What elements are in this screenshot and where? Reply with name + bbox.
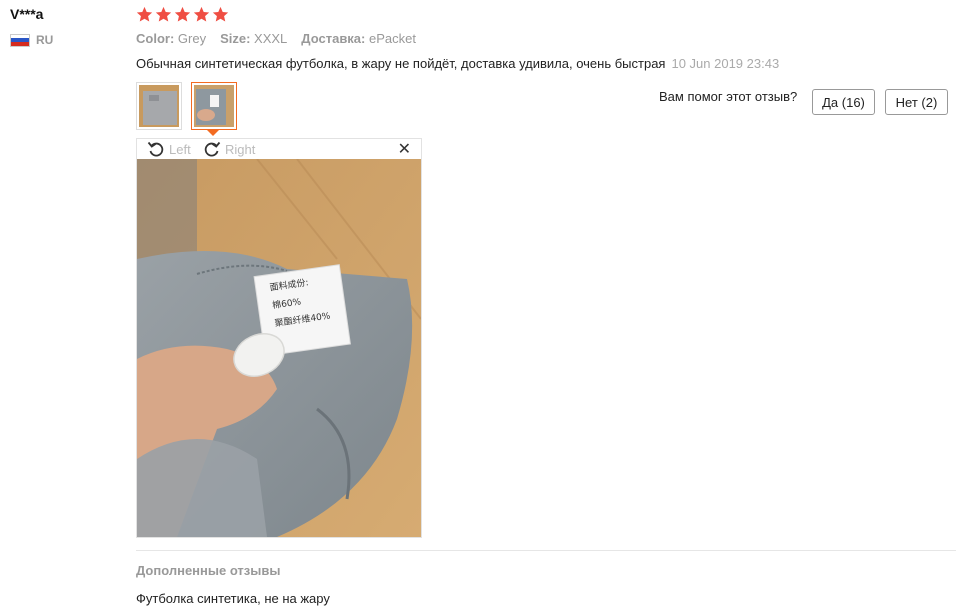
- star-icon: [212, 6, 229, 22]
- photo-viewer: Left Right ✕ 面料成份: 棉60% 聚酯纤维40%: [136, 138, 422, 538]
- review-photo-large: 面料成份: 棉60% 聚酯纤维40%: [137, 159, 421, 537]
- photo-thumbnail-image: [139, 85, 179, 127]
- rotate-right-button[interactable]: Right: [203, 140, 255, 158]
- star-icon: [155, 6, 172, 22]
- attr-color: Color: Grey: [136, 31, 207, 46]
- review-photo-thumbnail-1[interactable]: [136, 82, 182, 130]
- review-date: 10 Jun 2019 23:43: [671, 56, 780, 71]
- attr-shipping: Доставка: ePacket: [301, 31, 416, 46]
- rotate-left-button[interactable]: Left: [147, 140, 191, 158]
- review-text: Обычная синтетическая футболка, в жару н…: [136, 56, 666, 71]
- close-icon[interactable]: ✕: [398, 139, 411, 159]
- helpful-no-button[interactable]: Нет (2): [885, 89, 948, 115]
- russia-flag-icon: [10, 33, 30, 47]
- review-body: Обычная синтетическая футболка, в жару н…: [136, 56, 779, 71]
- helpful-yes-button[interactable]: Да (16): [812, 89, 875, 115]
- rating-stars: [136, 6, 229, 23]
- rotate-right-label: Right: [225, 141, 256, 157]
- rotate-left-icon: [147, 141, 164, 157]
- helpful-question: Вам помог этот отзыв?: [659, 89, 798, 104]
- star-icon: [174, 6, 191, 22]
- photo-viewer-toolbar: Left Right ✕: [137, 139, 421, 159]
- photo-thumbnail-image: [194, 85, 234, 127]
- reviewer-name: V***a: [10, 6, 44, 22]
- rotate-left-label: Left: [169, 141, 191, 157]
- followup-title: Дополненные отзывы: [136, 563, 281, 578]
- followup-text: Футболка синтетика, не на жару: [136, 591, 330, 606]
- star-icon: [193, 6, 210, 22]
- review-photo-thumbnail-2[interactable]: [191, 82, 237, 130]
- attr-size: Size: XXXL: [220, 31, 288, 46]
- product-attributes: Color: Grey Size: XXXL Доставка: ePacket: [136, 31, 416, 46]
- rotate-right-icon: [204, 141, 221, 157]
- selected-thumbnail-indicator: [207, 130, 219, 136]
- reviewer-country: RU: [10, 33, 53, 47]
- section-divider: [136, 550, 956, 551]
- review-photo-image: 面料成份: 棉60% 聚酯纤维40%: [137, 159, 421, 537]
- country-code: RU: [36, 33, 54, 47]
- star-icon: [136, 6, 153, 22]
